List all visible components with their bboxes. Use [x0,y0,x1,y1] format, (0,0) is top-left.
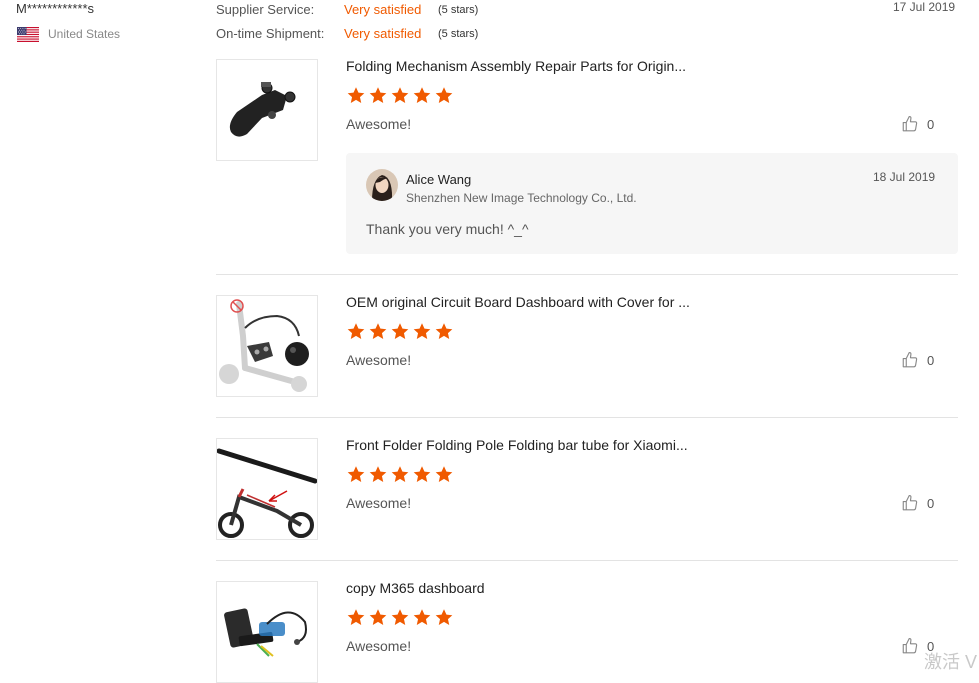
reviewer-name: M************s [16,1,95,16]
reviewer-country: United States [48,27,121,41]
product-title[interactable]: OEM original Circuit Board Dashboard wit… [346,294,690,310]
seller-name: Alice Wang [406,172,472,187]
star-icon [391,323,409,339]
star-icon [413,466,431,482]
thumbs-up-icon [902,637,918,654]
thumbs-up-icon [902,115,918,132]
star-icon [435,323,453,339]
product-title[interactable]: Folding Mechanism Assembly Repair Parts … [346,58,686,74]
star-icon [391,609,409,625]
star-icon [369,466,387,482]
star-icon [347,609,365,625]
reply-text: Thank you very much! ^_^ [366,221,529,237]
scooter-dashboard-photo [219,299,309,392]
supplier-service-label: Supplier Service: [216,2,315,17]
product-title[interactable]: Front Folder Folding Pole Folding bar tu… [346,437,688,453]
review-text: Awesome! [346,638,412,654]
folding-pole-photo [217,448,317,538]
star-icon [369,609,387,625]
star-icon [391,466,409,482]
review-date: 17 Jul 2019 [893,0,956,14]
shipment-stars: (5 stars) [438,28,479,40]
star-icon [369,87,387,103]
review-text: Awesome! [346,352,412,368]
thumbs-up-icon [902,494,918,511]
product-image-folding-pole[interactable] [216,438,318,540]
product-image-folding-mechanism[interactable] [216,59,318,161]
star-icon [435,609,453,625]
like-button[interactable]: 0 [901,351,934,369]
supplier-service-stars: (5 stars) [438,4,479,16]
divider [216,274,958,275]
like-button[interactable]: 0 [901,115,934,133]
star-icon [391,87,409,103]
seller-avatar [366,169,398,201]
review-text: Awesome! [346,116,412,132]
star-icon [369,323,387,339]
review-text: Awesome! [346,495,412,511]
us-flag-icon [17,27,39,42]
product-title[interactable]: copy M365 dashboard [346,580,485,596]
like-count: 0 [927,352,935,368]
star-icon [413,87,431,103]
product-star-rating [346,322,454,341]
star-icon [347,466,365,482]
product-star-rating [346,86,454,105]
seller-company[interactable]: Shenzhen New Image Technology Co., Ltd. [406,191,637,205]
star-icon [347,323,365,339]
like-button[interactable]: 0 [901,494,934,512]
folding-mechanism-photo [229,82,296,137]
thumbs-up-icon [902,351,918,368]
product-star-rating [346,608,454,627]
divider [216,560,958,561]
reply-date: 18 Jul 2019 [873,170,936,184]
activation-watermark: 激活 V [924,652,978,672]
star-icon [347,87,365,103]
product-star-rating [346,465,454,484]
shipment-value: Very satisfied [344,26,422,41]
star-icon [413,609,431,625]
star-icon [413,323,431,339]
divider [216,417,958,418]
shipment-label: On-time Shipment: [216,26,325,41]
like-count: 0 [927,495,935,511]
product-image-dashboard[interactable] [216,295,318,397]
like-count: 0 [927,116,935,132]
star-icon [435,87,453,103]
star-icon [435,466,453,482]
supplier-service-value: Very satisfied [344,2,422,17]
m365-dashboard-photo [224,608,307,657]
